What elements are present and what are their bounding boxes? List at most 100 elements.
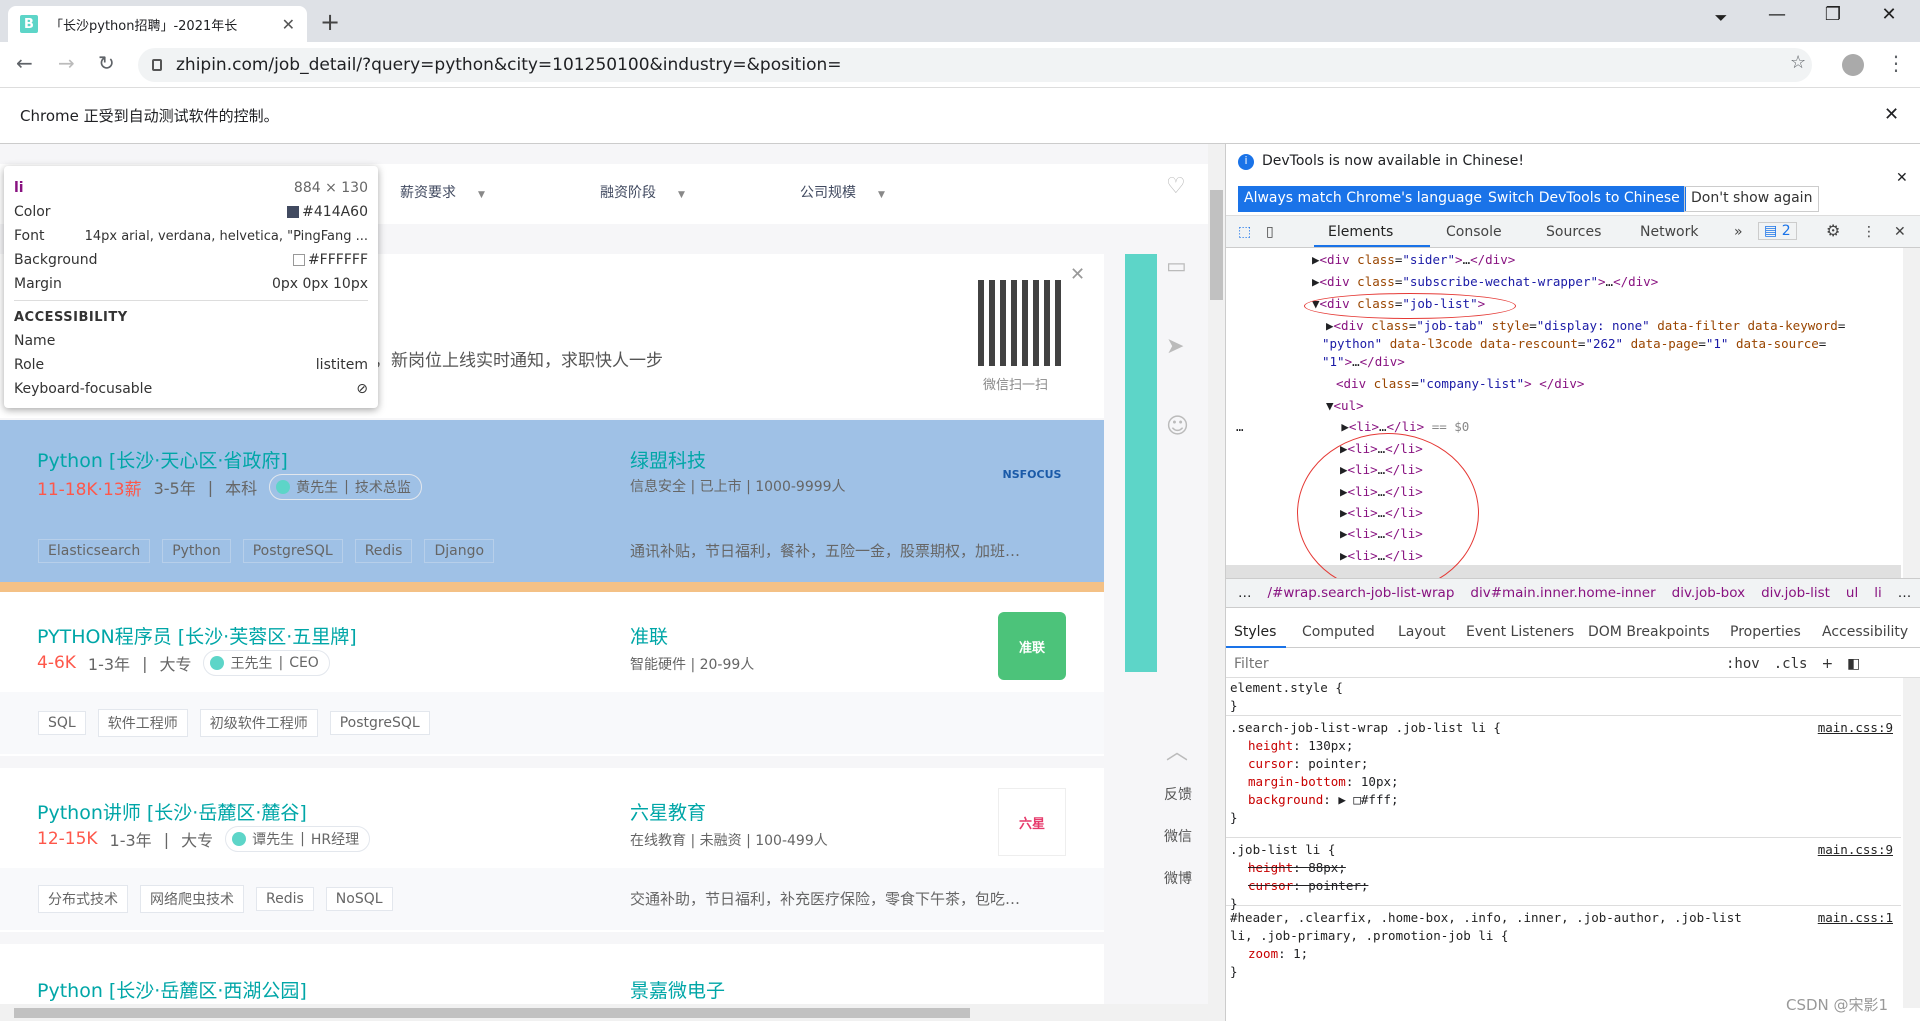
device-toggle-icon[interactable]: ▯ bbox=[1266, 224, 1274, 240]
reload-icon[interactable]: ↻ bbox=[98, 51, 115, 75]
active-tab-underline bbox=[1314, 245, 1430, 247]
maximize-icon[interactable]: ❐ bbox=[1810, 4, 1856, 25]
skill-tag: Redis bbox=[354, 539, 413, 563]
tab-dom-breakpoints[interactable]: DOM Breakpoints bbox=[1588, 624, 1710, 640]
company-name[interactable]: 绿盟科技 bbox=[630, 446, 706, 473]
css-rule[interactable]: .job-list li { main.css:9 height: 88px; … bbox=[1226, 840, 1901, 911]
devtools-menu-icon[interactable]: ⋮ bbox=[1862, 224, 1876, 240]
company-name[interactable]: 准联 bbox=[630, 622, 668, 649]
tab-layout[interactable]: Layout bbox=[1398, 624, 1446, 640]
tab-console[interactable]: Console bbox=[1446, 224, 1502, 240]
user-icon[interactable]: ☺ bbox=[1166, 414, 1189, 439]
hr-chip[interactable]: 黄先生 | 技术总监 bbox=[269, 474, 422, 500]
tab-properties[interactable]: Properties bbox=[1730, 624, 1801, 640]
switch-chinese-button[interactable]: Switch DevTools to Chinese bbox=[1482, 186, 1686, 212]
tab-styles[interactable]: Styles bbox=[1234, 624, 1276, 640]
source-link[interactable]: main.css:9 bbox=[1818, 842, 1893, 857]
sidebar-toggle-icon[interactable]: ◧ bbox=[1847, 656, 1860, 672]
company-name[interactable]: 景嘉微电子 bbox=[630, 976, 725, 1003]
page-scroll-thumb[interactable] bbox=[1210, 190, 1223, 300]
job-item[interactable]: Python讲师 [长沙·岳麓区·麓谷] 12-15K 1-3年 | 大专 谭先生… bbox=[0, 768, 1104, 932]
css-rule[interactable]: element.style { } bbox=[1226, 678, 1901, 716]
breadcrumb-item[interactable]: div#main.inner.home-inner bbox=[1470, 585, 1655, 601]
chat-icon bbox=[276, 480, 291, 494]
css-rule[interactable]: #header, .clearfix, .home-box, .info, .i… bbox=[1226, 908, 1901, 988]
window-close-icon[interactable]: ✕ bbox=[1866, 4, 1912, 25]
css-rule[interactable]: .search-job-list-wrap .job-list li { mai… bbox=[1226, 718, 1901, 838]
hr-chip[interactable]: 王先生 | CEO bbox=[203, 650, 330, 676]
infobar-close-icon[interactable]: ✕ bbox=[1884, 104, 1899, 125]
wechat-link[interactable]: 微信 bbox=[1164, 826, 1192, 846]
funding-filter[interactable]: 融资阶段 ▼ bbox=[600, 182, 685, 202]
breadcrumb-item[interactable]: … bbox=[1238, 585, 1252, 601]
dom-node[interactable]: ▶<div class="job-tab" style="display: no… bbox=[1326, 318, 1845, 333]
skill-tag: NoSQL bbox=[325, 887, 393, 911]
breadcrumb-item[interactable]: ul bbox=[1846, 585, 1858, 601]
dom-node[interactable]: <div class="company-list"> </div> bbox=[1336, 376, 1584, 391]
dom-node[interactable]: ▶<div class="sider">…</div> bbox=[1312, 252, 1515, 267]
more-tabs-icon[interactable]: » bbox=[1734, 224, 1743, 240]
salary-filter[interactable]: 薪资要求 ▼ bbox=[400, 182, 485, 202]
forward-icon[interactable]: → bbox=[58, 51, 75, 75]
hov-toggle[interactable]: :hov bbox=[1726, 656, 1760, 672]
breadcrumb-item[interactable]: div.job-list bbox=[1761, 585, 1830, 601]
source-link[interactable]: main.css:1 bbox=[1818, 910, 1893, 925]
dom-node[interactable]: ▼<ul> bbox=[1326, 398, 1364, 413]
send-icon[interactable]: ➤ bbox=[1166, 334, 1184, 359]
job-title[interactable]: PYTHON程序员 [长沙·芙蓉区·五里牌] bbox=[37, 622, 357, 649]
scroll-top-icon[interactable]: ︿ bbox=[1166, 734, 1188, 766]
browser-tab[interactable]: B 「长沙python招聘」-2021年长 ✕ bbox=[8, 6, 307, 42]
info-icon: i bbox=[1238, 154, 1254, 170]
scale-filter[interactable]: 公司规模 ▼ bbox=[800, 182, 885, 202]
settings-gear-icon[interactable]: ⚙ bbox=[1826, 221, 1840, 240]
breadcrumb-item[interactable]: /#wrap.search-job-list-wrap bbox=[1268, 585, 1455, 601]
tab-computed[interactable]: Computed bbox=[1302, 624, 1375, 640]
styles-filter-input[interactable] bbox=[1234, 655, 1714, 672]
cls-toggle[interactable]: .cls bbox=[1774, 656, 1808, 672]
notice-close-icon[interactable]: ✕ bbox=[1896, 170, 1908, 186]
match-language-button[interactable]: Always match Chrome's language bbox=[1238, 186, 1488, 212]
minimize-icon[interactable]: — bbox=[1754, 4, 1800, 25]
tab-event-listeners[interactable]: Event Listeners bbox=[1466, 624, 1574, 640]
banner-close-icon[interactable]: ✕ bbox=[1070, 264, 1085, 285]
heart-icon[interactable]: ♡ bbox=[1166, 174, 1186, 199]
job-item[interactable]: Python [长沙·岳麓区·西湖公园] 景嘉微电子 bbox=[0, 944, 1104, 1004]
tab-accessibility[interactable]: Accessibility bbox=[1822, 624, 1908, 640]
close-tab-icon[interactable]: ✕ bbox=[282, 15, 295, 34]
back-icon[interactable]: ← bbox=[16, 51, 33, 75]
breadcrumb-item[interactable]: div.job-box bbox=[1672, 585, 1745, 601]
job-title[interactable]: Python讲师 [长沙·岳麓区·麓谷] bbox=[37, 798, 307, 825]
address-bar[interactable]: zhipin.com/job_detail/?query=python&city… bbox=[138, 48, 1812, 82]
menu-icon[interactable]: ⋮ bbox=[1886, 51, 1906, 75]
dont-show-button[interactable]: Don't show again bbox=[1684, 186, 1820, 212]
chat-bubble-icon[interactable]: ▭ bbox=[1166, 254, 1187, 279]
weibo-link[interactable]: 微博 bbox=[1164, 868, 1192, 888]
job-item[interactable]: PYTHON程序员 [长沙·芙蓉区·五里牌] 4-6K 1-3年 | 大专 王先生… bbox=[0, 592, 1104, 756]
inspect-icon[interactable]: ⬚ bbox=[1238, 224, 1251, 240]
tab-elements[interactable]: Elements bbox=[1328, 224, 1393, 240]
company-name[interactable]: 六星教育 bbox=[630, 798, 706, 825]
issues-badge[interactable]: ▤ 2 bbox=[1758, 222, 1797, 240]
company-logo: 六星 bbox=[998, 788, 1066, 856]
elements-scrollbar[interactable] bbox=[1903, 248, 1920, 578]
hr-chip[interactable]: 谭先生 | HR经理 bbox=[225, 826, 371, 852]
job-title[interactable]: Python [长沙·岳麓区·西湖公园] bbox=[37, 976, 307, 1003]
star-icon[interactable]: ☆ bbox=[1790, 52, 1806, 73]
profile-dropdown-icon[interactable]: ⏷ bbox=[1698, 8, 1744, 28]
job-item[interactable]: Python [长沙·天心区·省政府] 11-18K·13薪 3-5年 | 本科 … bbox=[0, 420, 1104, 582]
dom-node[interactable]: ▶<div class="subscribe-wechat-wrapper">…… bbox=[1312, 274, 1658, 289]
new-tab-icon[interactable]: + bbox=[320, 8, 340, 36]
devtools-close-icon[interactable]: ✕ bbox=[1894, 224, 1906, 240]
tab-network[interactable]: Network bbox=[1640, 224, 1698, 240]
source-link[interactable]: main.css:9 bbox=[1818, 720, 1893, 735]
breadcrumb-item[interactable]: … bbox=[1898, 585, 1912, 601]
page-hscroll-thumb[interactable] bbox=[14, 1008, 970, 1018]
dom-node-selected[interactable]: … ▶<li>…</li> == $0 bbox=[1236, 419, 1469, 434]
styles-scrollbar[interactable] bbox=[1903, 678, 1920, 1008]
feedback-link[interactable]: 反馈 bbox=[1164, 784, 1192, 804]
add-rule-icon[interactable]: + bbox=[1821, 656, 1833, 672]
tab-sources[interactable]: Sources bbox=[1546, 224, 1601, 240]
profile-avatar[interactable] bbox=[1842, 54, 1864, 76]
job-title[interactable]: Python [长沙·天心区·省政府] bbox=[37, 446, 288, 473]
breadcrumb-item[interactable]: li bbox=[1874, 585, 1882, 601]
